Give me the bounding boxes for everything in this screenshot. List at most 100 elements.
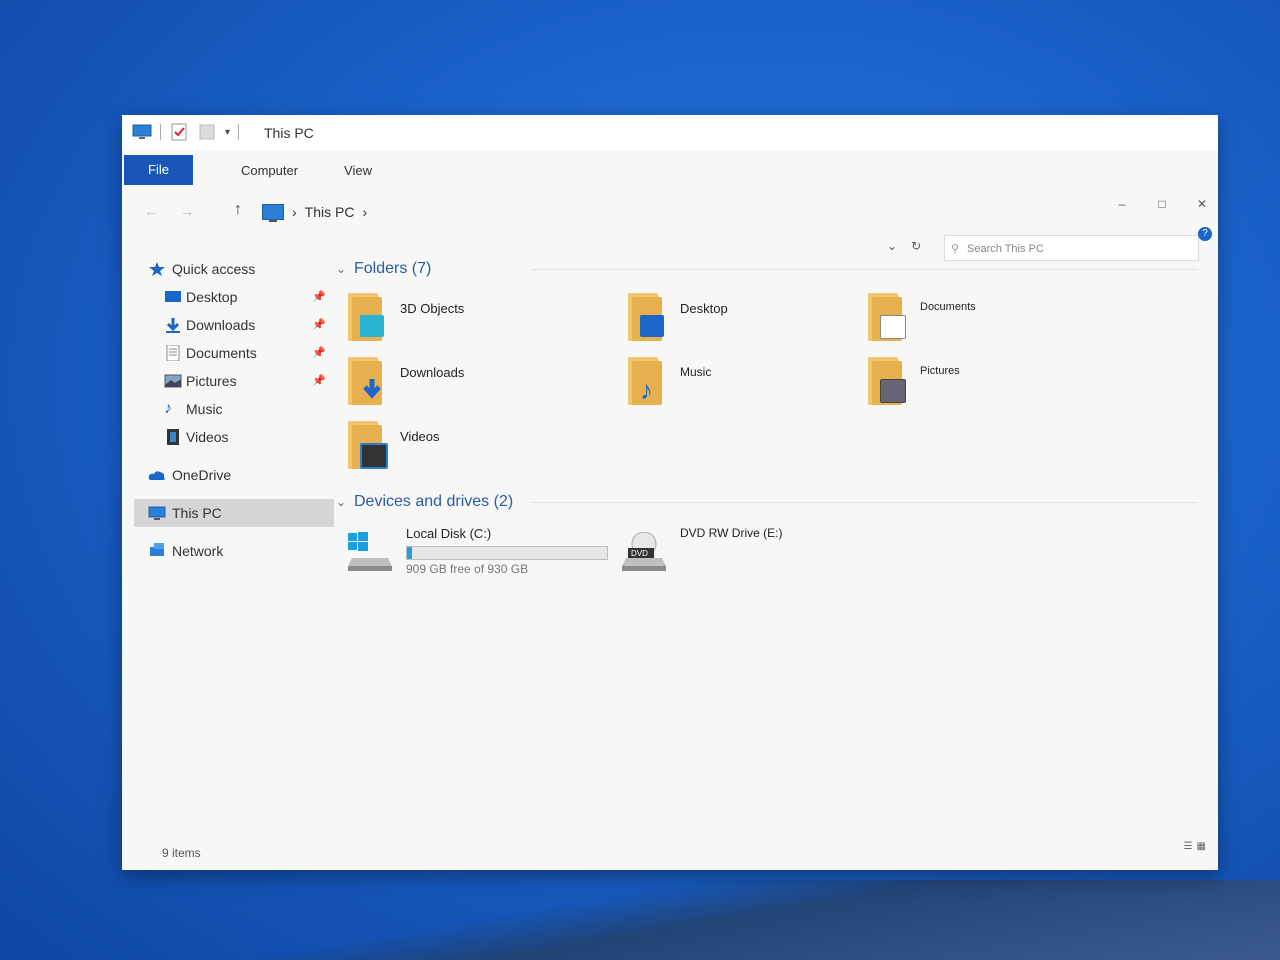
folder-pictures[interactable]: Pictures [868,357,1108,417]
drive-label: DVD RW Drive (E:) [680,526,783,540]
help-icon[interactable]: ? [1198,227,1212,241]
folder-music[interactable]: ♪ Music [628,357,868,417]
toolbar-separator [238,124,240,140]
folder-downloads[interactable]: Downloads [348,357,588,417]
view-toggle: ☰ ▦ [1184,841,1206,852]
sidebar-item-label: Desktop [186,289,238,305]
drives-grid: Local Disk (C:) 909 GB free of 930 GB DV… [332,516,1198,596]
quick-access-toolbar: ▾ [132,123,240,141]
refresh-icon[interactable]: ↻ [911,239,921,253]
folder-documents[interactable]: Documents [868,293,1108,353]
drives-group-header[interactable]: ⌄ Devices and drives (2) [332,488,1198,516]
sidebar-item-music[interactable]: ♪ Music [134,395,334,423]
drive-local-disk-c[interactable]: Local Disk (C:) 909 GB free of 930 GB [348,524,618,584]
back-button[interactable]: ← [144,203,158,219]
sidebar-item-label: Pictures [186,373,237,389]
drive-usage-fill [407,547,412,559]
ribbon-tabs: File Computer View [122,151,1218,185]
folder-icon: ♪ [628,357,664,405]
drive-usage-bar [406,546,608,560]
details-view-icon[interactable]: ☰ [1184,841,1193,852]
this-pc-icon [262,204,284,222]
desktop-icon [165,291,181,302]
star-icon [149,262,165,276]
up-button[interactable]: ↑ [234,201,242,219]
content-pane: ⌄ Folders (7) 3D Objects Desktop Documen… [332,255,1198,596]
folder-icon [868,293,906,341]
address-dropdown-icon[interactable]: ⌄ [887,239,897,253]
sidebar-item-onedrive[interactable]: OneDrive [134,461,334,489]
dvd-label: DVD [631,549,648,558]
folder-icon [348,357,384,405]
new-folder-icon[interactable] [197,123,217,141]
sidebar-item-label: This PC [172,505,222,521]
folder-label: Pictures [920,365,960,377]
breadcrumb[interactable]: › This PC › [262,204,367,222]
forward-button[interactable]: → [180,203,194,219]
file-explorer-window: ▾ This PC File Computer View – □ ✕ ← → ↑… [122,115,1218,870]
window-title: This PC [264,125,314,141]
sidebar-item-documents[interactable]: Documents 📌 [134,339,334,367]
drive-label: Local Disk (C:) [406,526,492,541]
folder-label: Videos [400,429,440,444]
navigation-pane: Quick access Desktop 📌 Downloads 📌 Docum… [134,255,334,565]
dvd-drive-icon: DVD [622,532,666,571]
folder-videos[interactable]: Videos [348,421,588,481]
folder-icon [868,357,906,405]
sidebar-item-label: Music [186,401,223,417]
tab-view[interactable]: View [326,157,390,185]
cloud-icon [148,471,165,480]
this-pc-icon [148,506,166,520]
picture-icon [164,374,182,388]
document-icon [166,345,180,361]
folder-3d-objects[interactable]: 3D Objects [348,293,588,353]
large-icons-view-icon[interactable]: ▦ [1197,841,1206,852]
sidebar-item-downloads[interactable]: Downloads 📌 [134,311,334,339]
search-placeholder: Search This PC [967,243,1044,255]
title-bar: ▾ This PC [122,115,1218,151]
tab-computer[interactable]: Computer [223,157,316,185]
sidebar-item-quick-access[interactable]: Quick access [134,255,334,283]
folders-group-header[interactable]: ⌄ Folders (7) [332,255,1198,283]
folder-label: Documents [920,301,976,313]
drive-free-space: 909 GB free of 930 GB [406,562,529,576]
folders-heading: Folders (7) [354,260,432,277]
sidebar-item-desktop[interactable]: Desktop 📌 [134,283,334,311]
sidebar-item-pictures[interactable]: Pictures 📌 [134,367,334,395]
pin-icon: 📌 [312,319,326,331]
folder-icon [628,293,664,341]
folder-icon [348,293,384,341]
download-arrow-icon [166,318,180,333]
properties-icon[interactable] [169,123,189,141]
divider [532,502,1198,503]
status-bar-item-count: 9 items [162,846,201,860]
sidebar-item-network[interactable]: Network [134,537,334,565]
drives-heading: Devices and drives (2) [354,493,514,510]
collapse-chevron-icon: ⌄ [336,495,347,509]
sidebar-item-videos[interactable]: Videos [134,423,334,451]
folder-desktop[interactable]: Desktop [628,293,868,353]
sidebar-item-label: Documents [186,345,257,361]
toolbar-separator [160,124,161,140]
divider [532,269,1198,270]
breadcrumb-this-pc[interactable]: This PC [305,204,355,220]
sidebar-item-this-pc[interactable]: This PC [134,499,334,527]
sidebar-item-label: OneDrive [172,467,232,483]
breadcrumb-separator: › [292,204,297,220]
sidebar-item-label: Network [172,543,224,559]
tab-file[interactable]: File [124,155,193,185]
sidebar-item-label: Downloads [186,317,256,333]
folder-label: Music [680,365,712,379]
address-tools: ⌄ ↻ [887,239,921,253]
sidebar-item-label: Quick access [172,261,256,277]
film-icon [167,429,179,445]
customize-toolbar-chevron-icon[interactable]: ▾ [225,127,230,138]
breadcrumb-chevron-icon[interactable]: › [362,204,367,220]
collapse-chevron-icon: ⌄ [336,262,347,276]
pin-icon: 📌 [312,347,326,359]
drive-dvd-e[interactable]: DVD DVD RW Drive (E:) [622,524,892,584]
music-note-icon: ♪ [164,400,172,417]
windows-drive-icon [348,532,392,571]
